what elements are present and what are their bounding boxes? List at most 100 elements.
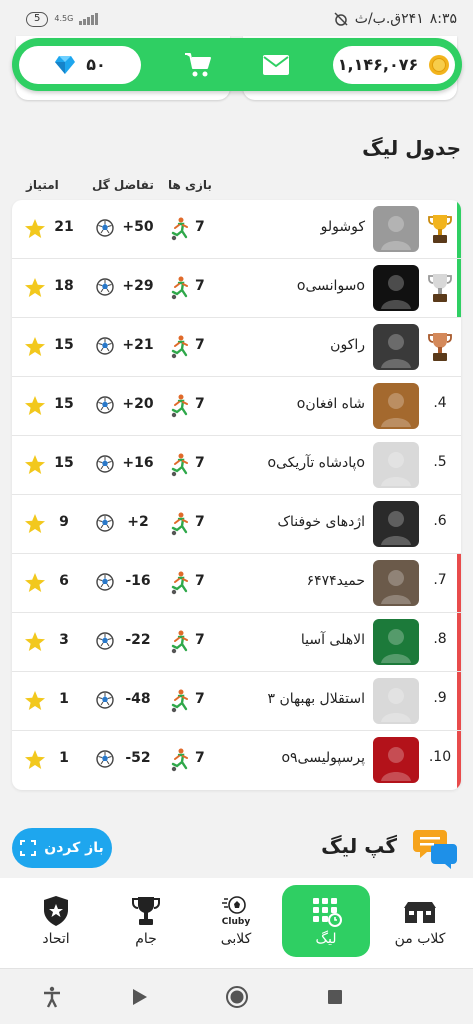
points: 18 bbox=[54, 278, 74, 294]
diamonds-pill[interactable]: ۵۰ bbox=[19, 45, 141, 84]
col-goal-diff: تفاضل گل bbox=[92, 178, 154, 192]
games-played: 7 bbox=[195, 219, 205, 235]
player-kick-icon bbox=[171, 512, 188, 536]
expand-icon bbox=[20, 840, 37, 856]
table-row[interactable]: راکون 7 +21 15 bbox=[12, 318, 461, 377]
goal-difference: +20 bbox=[122, 396, 154, 412]
league-table: کوشولو 7 +50 21 oسوانسیo 7 +29 18 راکون 7 +21 15.4 ش… bbox=[12, 200, 461, 790]
home-button[interactable] bbox=[225, 985, 249, 1009]
clock: ۸:۳۵ bbox=[429, 11, 457, 27]
soccer-ball-icon bbox=[96, 632, 114, 650]
points: 9 bbox=[59, 514, 69, 530]
soccer-ball-icon bbox=[96, 514, 114, 532]
soccer-ball-icon bbox=[96, 396, 114, 414]
games-played: 7 bbox=[195, 278, 205, 294]
currency-bar: ۵۰ ۱,۱۴۶,۰۷۶ bbox=[12, 38, 462, 91]
star-icon bbox=[25, 337, 45, 356]
recents-button[interactable] bbox=[323, 985, 347, 1009]
player-kick-icon bbox=[171, 276, 188, 300]
battery-indicator: 5 bbox=[26, 11, 49, 27]
table-row[interactable]: oسوانسیo 7 +29 18 bbox=[12, 259, 461, 318]
table-row[interactable]: .10 پرسپولیسیo۹ 7 -52 1 bbox=[12, 731, 461, 790]
table-row[interactable]: .7 حمید۶۴۷۴ 7 -16 6 bbox=[12, 554, 461, 613]
diamond-icon bbox=[55, 55, 76, 74]
games-played: 7 bbox=[195, 573, 205, 589]
network-type: 4.5G bbox=[54, 14, 74, 23]
nav-my-club-label: کلاب من bbox=[394, 931, 446, 947]
rank: .4 bbox=[433, 395, 447, 411]
team-avatar bbox=[373, 442, 419, 488]
promotion-edge bbox=[457, 200, 461, 258]
rank: .6 bbox=[433, 513, 447, 529]
nav-cluby[interactable]: Cluby کلابی bbox=[192, 885, 280, 957]
team-name: الاهلی آسیا bbox=[300, 632, 365, 648]
games-played: 7 bbox=[195, 632, 205, 648]
team-name: راکون bbox=[330, 337, 365, 353]
games-played: 7 bbox=[195, 396, 205, 412]
rank: .9 bbox=[433, 690, 447, 706]
team-avatar bbox=[373, 324, 419, 370]
cluby-ball-icon: Cluby bbox=[218, 895, 254, 927]
points: 6 bbox=[59, 573, 69, 589]
team-avatar bbox=[373, 206, 419, 252]
svg-text:Cluby: Cluby bbox=[222, 917, 251, 927]
player-kick-icon bbox=[171, 394, 188, 418]
accessibility-button[interactable] bbox=[40, 985, 64, 1009]
nav-alliance[interactable]: اتحاد bbox=[12, 885, 100, 957]
team-name: اژدهای خوفناک bbox=[277, 514, 365, 530]
points: 21 bbox=[54, 219, 74, 235]
nav-cup[interactable]: جام bbox=[102, 885, 190, 957]
relegation-edge bbox=[457, 613, 461, 671]
rank: .7 bbox=[433, 572, 447, 588]
coins-pill[interactable]: ۱,۱۴۶,۰۷۶ bbox=[332, 45, 455, 84]
table-row[interactable]: .4 شاه افغانo 7 +20 15 bbox=[12, 377, 461, 436]
rank: .10 bbox=[428, 749, 452, 765]
nav-league-label: لیگ bbox=[315, 931, 337, 947]
table-row[interactable]: کوشولو 7 +50 21 bbox=[12, 200, 461, 259]
silver-trophy-icon bbox=[428, 274, 452, 302]
goal-difference: -16 bbox=[125, 573, 151, 589]
team-avatar bbox=[373, 737, 419, 783]
play-back-icon bbox=[133, 989, 147, 1005]
table-row[interactable]: .8 الاهلی آسیا 7 -22 3 bbox=[12, 613, 461, 672]
bottom-nav: کلاب من لیگ Cluby کلابی جام اتحاد bbox=[0, 878, 473, 968]
messages-button[interactable] bbox=[256, 45, 296, 85]
points: 15 bbox=[54, 455, 74, 471]
nav-league[interactable]: لیگ bbox=[282, 885, 370, 957]
star-icon bbox=[25, 750, 45, 769]
star-icon bbox=[25, 632, 45, 651]
goal-difference: -22 bbox=[125, 632, 151, 648]
coin-icon bbox=[429, 54, 450, 75]
status-right: ۸:۳۵ ۲۴۱ق.ب/ث bbox=[333, 11, 457, 27]
soccer-ball-icon bbox=[96, 573, 114, 591]
player-kick-icon bbox=[171, 217, 188, 241]
relegation-edge bbox=[457, 554, 461, 612]
back-button[interactable] bbox=[128, 985, 152, 1009]
diamonds-value: ۵۰ bbox=[86, 55, 106, 74]
relegation-edge bbox=[457, 731, 461, 789]
app-screen: 5 4.5G ۸:۳۵ ۲۴۱ق.ب/ث ۵۰ ۱,۱۴۶,۰۷۶ جدول ل… bbox=[0, 0, 473, 1024]
table-row[interactable]: .5 oپادشاه تآریکیo 7 +16 15 bbox=[12, 436, 461, 495]
team-avatar bbox=[373, 265, 419, 311]
open-chat-button[interactable]: باز کردن bbox=[12, 828, 112, 868]
team-name: حمید۶۴۷۴ bbox=[306, 573, 365, 589]
nav-my-club[interactable]: کلاب من bbox=[376, 885, 464, 957]
accessibility-icon bbox=[44, 986, 60, 1008]
gold-trophy-icon bbox=[428, 215, 452, 243]
table-row[interactable]: .9 استقلال بهبهان ۳ 7 -48 1 bbox=[12, 672, 461, 731]
points: 1 bbox=[59, 750, 69, 766]
player-kick-icon bbox=[171, 689, 188, 713]
home-circle-icon bbox=[226, 986, 248, 1008]
coins-value: ۱,۱۴۶,۰۷۶ bbox=[337, 55, 419, 74]
points: 3 bbox=[59, 632, 69, 648]
star-icon bbox=[25, 573, 45, 592]
player-kick-icon bbox=[171, 335, 188, 359]
shop-button[interactable] bbox=[178, 45, 218, 85]
relegation-edge bbox=[457, 672, 461, 730]
chat-title: گپ لیگ bbox=[321, 834, 397, 858]
system-nav-bar bbox=[0, 968, 473, 1024]
table-row[interactable]: .6 اژدهای خوفناک 7 +2 9 bbox=[12, 495, 461, 554]
col-points: امتیاز bbox=[26, 178, 59, 192]
goal-difference: +50 bbox=[122, 219, 154, 235]
team-name: oسوانسیo bbox=[296, 278, 365, 294]
